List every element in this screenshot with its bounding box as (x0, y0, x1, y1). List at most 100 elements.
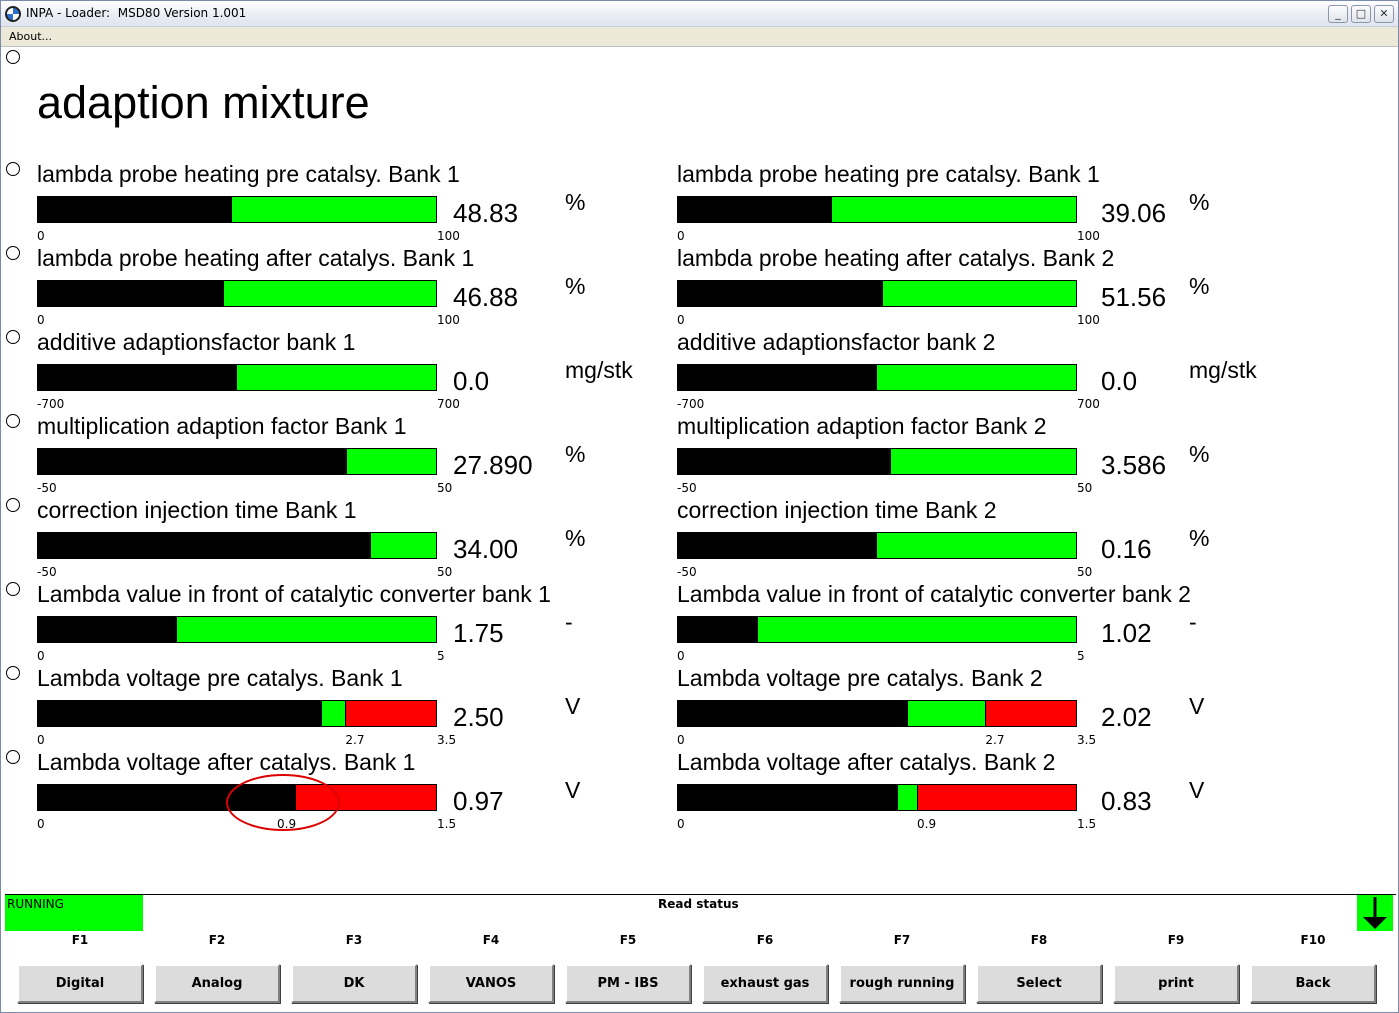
measurement-label: correction injection time Bank 2 (677, 497, 997, 523)
measurement-label: Lambda voltage pre catalys. Bank 1 (37, 665, 403, 691)
row-radio-button[interactable] (6, 750, 20, 764)
fkey-button[interactable]: Digital (17, 964, 143, 1003)
measurement-unit: % (565, 525, 586, 551)
bar-max-label: 1.5 (1077, 817, 1097, 831)
fkey-button[interactable]: PM - IBS (565, 964, 691, 1003)
fkey-button[interactable]: Analog (154, 964, 280, 1003)
bar-min-label: 0 (37, 229, 45, 243)
bar-max-label: 50 (1077, 565, 1093, 579)
down-arrow-icon (1357, 895, 1393, 931)
measurement-label: multiplication adaption factor Bank 2 (677, 413, 1047, 439)
measurement-value: 0.83 (1101, 786, 1152, 816)
bar-max-label: 5 (1077, 649, 1085, 663)
bar-fill (38, 449, 348, 474)
measurement-unit: V (1189, 777, 1205, 803)
status-text: Read status (658, 897, 739, 911)
measurement-label: lambda probe heating pre catalsy. Bank 1 (677, 161, 1100, 187)
measurement-value: 34.00 (453, 534, 519, 564)
measurement-label: correction injection time Bank 1 (37, 497, 357, 523)
bar-limit-zone (916, 785, 1076, 810)
fkey-label: F5 (619, 933, 637, 947)
fkey-button[interactable]: exhaust gas (702, 964, 828, 1003)
bar-fill (38, 701, 323, 726)
bar-limit-label: 2.7 (985, 733, 1005, 747)
measurement-unit: % (565, 189, 586, 215)
page-title: adaption mixture (37, 77, 370, 128)
measurement-bar (677, 280, 1077, 307)
row-radio-button[interactable] (6, 414, 20, 428)
maximize-button[interactable]: □ (1351, 5, 1371, 23)
fkey-label: F1 (71, 933, 89, 947)
measurement-value: 51.56 (1101, 282, 1167, 312)
bar-min-label: 0 (37, 733, 45, 747)
measurement-value: 1.75 (453, 618, 504, 648)
measurement-bar (37, 364, 437, 391)
bar-min-label: 0 (677, 817, 685, 831)
measurement-value: 0.0 (1101, 366, 1138, 396)
measurement-unit: - (1189, 609, 1197, 635)
measurement-unit: V (565, 777, 581, 803)
row-radio-button[interactable] (6, 162, 20, 176)
row-radio-button[interactable] (6, 666, 20, 680)
measurement-label: multiplication adaption factor Bank 1 (37, 413, 407, 439)
bar-fill (678, 617, 758, 642)
measurement-value: 27.890 (453, 450, 533, 480)
measurement-value: 0.97 (453, 786, 504, 816)
bar-min-label: -700 (37, 397, 65, 411)
close-button[interactable]: ✕ (1374, 5, 1394, 23)
bar-max-label: 1.5 (437, 817, 457, 831)
measurement-label: additive adaptionsfactor bank 2 (677, 329, 996, 355)
fkey-button[interactable]: Back (1250, 964, 1376, 1003)
bar-fill (38, 617, 178, 642)
row-radio-button[interactable] (6, 246, 20, 260)
measurement-value: 46.88 (453, 282, 519, 312)
window-title: INPA - Loader: MSD80 Version 1.001 (26, 6, 247, 20)
measurement-label: Lambda voltage after catalys. Bank 1 (37, 749, 416, 775)
bar-fill (678, 281, 883, 306)
bar-min-label: -700 (677, 397, 705, 411)
menu-item-about[interactable]: About... (9, 30, 52, 43)
measurement-bar (677, 532, 1077, 559)
measurement-label: lambda probe heating after catalys. Bank… (677, 245, 1115, 271)
measurement-bar (37, 448, 437, 475)
page-radio-button[interactable] (6, 50, 20, 64)
measurement-bar (677, 616, 1077, 643)
bar-fill (38, 197, 232, 222)
fkey-label: F4 (482, 933, 500, 947)
bar-max-label: 100 (437, 313, 460, 327)
measurement-unit: % (565, 441, 586, 467)
bar-limit-label: 0.9 (917, 817, 937, 831)
measurement-label: Lambda voltage after catalys. Bank 2 (677, 749, 1056, 775)
bar-fill (38, 365, 237, 390)
fkey-button[interactable]: DK (291, 964, 417, 1003)
bar-max-label: 50 (437, 565, 453, 579)
row-radio-button[interactable] (6, 498, 20, 512)
bar-max-label: 700 (1077, 397, 1100, 411)
bar-fill (38, 281, 224, 306)
measurement-bar (37, 700, 437, 727)
measurement-unit: % (1189, 189, 1210, 215)
fkey-button[interactable]: Select (976, 964, 1102, 1003)
bar-min-label: 0 (677, 649, 685, 663)
bar-min-label: 0 (677, 313, 685, 327)
fkey-button[interactable]: VANOS (428, 964, 554, 1003)
minimize-button[interactable]: _ (1328, 5, 1348, 23)
measurement-bar (677, 364, 1077, 391)
bar-fill (678, 533, 877, 558)
measurement-bar (37, 196, 437, 223)
title-bar: INPA - Loader: MSD80 Version 1.001 _ □ ✕ (1, 1, 1398, 27)
measurement-value: 48.83 (453, 198, 519, 228)
measurement-bar (37, 532, 437, 559)
bar-max-label: 3.5 (437, 733, 457, 747)
measurement-bar (677, 448, 1077, 475)
fkey-button[interactable]: rough running (839, 964, 965, 1003)
menu-bar: About... (1, 27, 1398, 47)
measurement-value: 0.16 (1101, 534, 1152, 564)
row-radio-button[interactable] (6, 330, 20, 344)
bar-min-label: -50 (677, 565, 697, 579)
fkey-button[interactable]: print (1113, 964, 1239, 1003)
measurement-unit: % (1189, 525, 1210, 551)
measurement-value: 39.06 (1101, 198, 1167, 228)
row-radio-button[interactable] (6, 582, 20, 596)
bar-fill (678, 701, 908, 726)
